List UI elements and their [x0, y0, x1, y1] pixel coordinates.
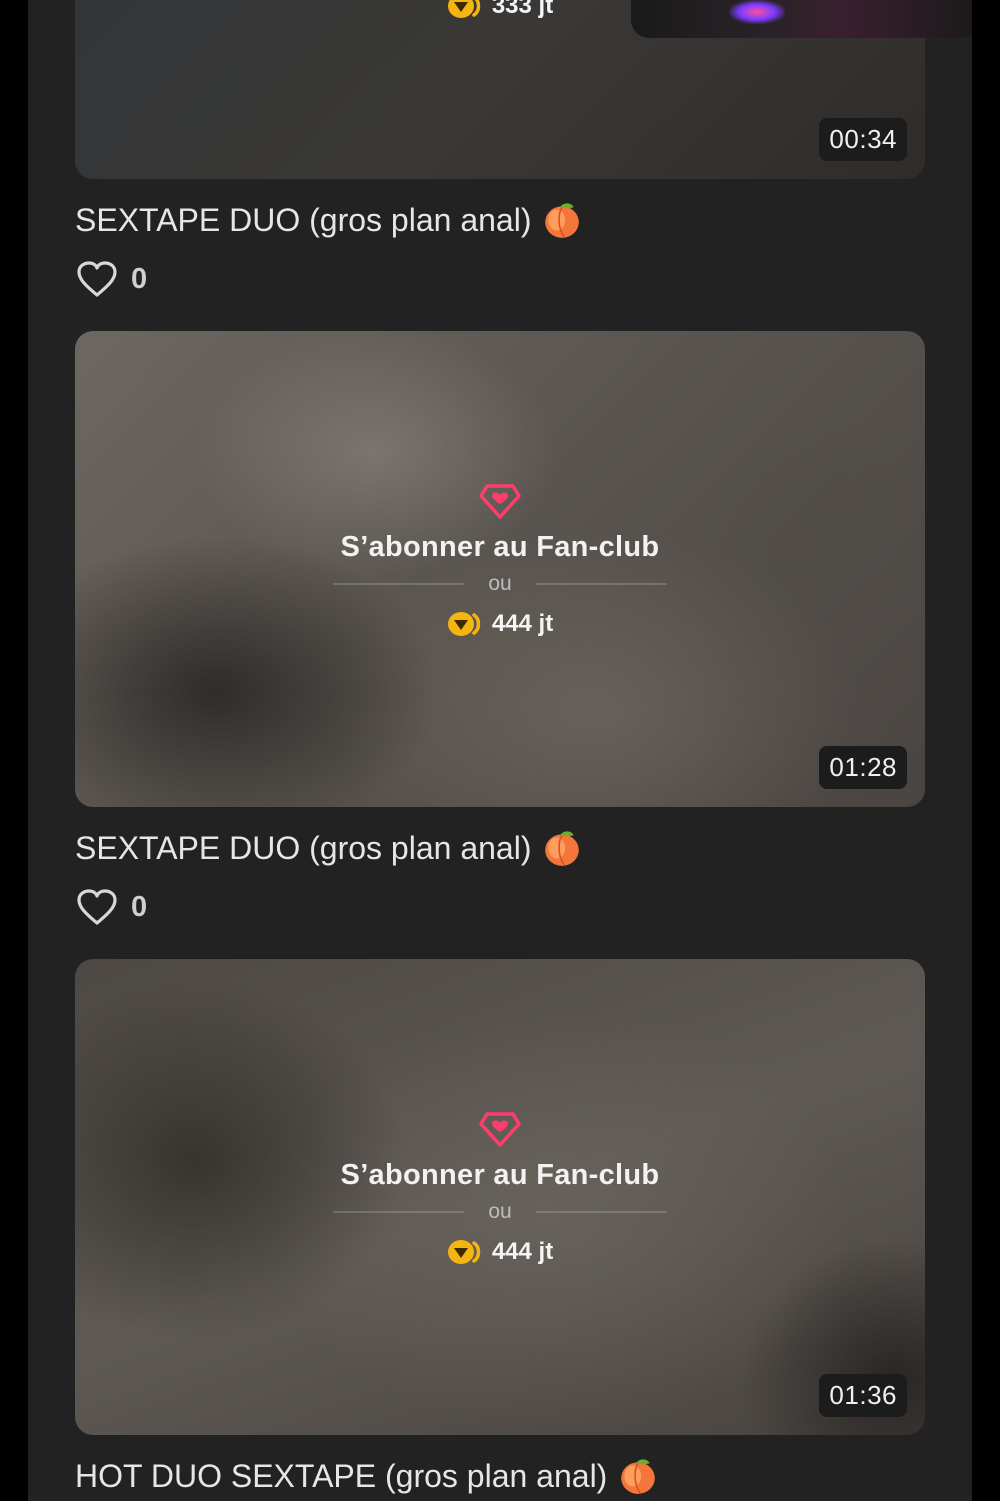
price-label: 444 jt [491, 610, 554, 637]
video-title[interactable]: SEXTAPE DUO (gros plan anal) [75, 199, 925, 241]
video-title[interactable]: SEXTAPE DUO (gros plan anal) [75, 827, 925, 869]
video-title-text: SEXTAPE DUO (gros plan anal) [75, 829, 532, 866]
preview-highlight [729, 0, 785, 24]
video-title-text: HOT DUO SEXTAPE (gros plan anal) [75, 1457, 608, 1494]
heart-outline-icon[interactable] [75, 887, 119, 927]
subscribe-fanclub-button[interactable]: S’abonner au Fan-club [341, 531, 660, 564]
video-post: 00:34 SEXTAPE DUO (gros plan anal) 0 [75, 0, 925, 301]
token-coin-icon [447, 1240, 481, 1264]
peach-emoji-icon [545, 203, 580, 238]
video-post: S’abonner au Fan-club ou 444 jt 01:36 HO… [75, 959, 925, 1497]
divider-line [535, 1211, 668, 1213]
or-divider: ou [333, 572, 668, 596]
heart-outline-icon[interactable] [75, 259, 119, 299]
video-title[interactable]: HOT DUO SEXTAPE (gros plan anal) [75, 1455, 925, 1497]
or-label: ou [488, 572, 512, 595]
peach-emoji-icon [621, 1459, 656, 1494]
likes-count: 0 [131, 262, 148, 295]
or-divider: ou [333, 1200, 668, 1224]
unlock-price-button[interactable]: 444 jt [447, 1238, 553, 1266]
unlock-price-button[interactable]: 444 jt [447, 610, 553, 638]
locked-overlay[interactable]: S’abonner au Fan-club ou 444 jt [75, 1109, 925, 1266]
likes-row: 0 [75, 257, 925, 301]
peach-emoji-icon [545, 831, 580, 866]
duration-badge: 00:34 [819, 118, 907, 161]
video-title-text: SEXTAPE DUO (gros plan anal) [75, 201, 532, 238]
subscribe-fanclub-button[interactable]: S’abonner au Fan-club [341, 1159, 660, 1192]
token-coin-icon [447, 612, 481, 636]
likes-count: 0 [131, 890, 148, 923]
duration-badge: 01:28 [819, 746, 907, 789]
video-post: S’abonner au Fan-club ou 444 jt 01:28 SE… [75, 331, 925, 929]
video-thumbnail[interactable]: S’abonner au Fan-club ou 444 jt 01:28 [75, 331, 925, 807]
divider-line [333, 583, 465, 585]
token-coin-icon [447, 0, 481, 18]
divider-line [333, 1211, 465, 1213]
divider-line [535, 583, 668, 585]
preview-thumbnail[interactable] [631, 0, 972, 38]
locked-overlay[interactable]: S’abonner au Fan-club ou 444 jt [75, 481, 925, 638]
or-label: ou [488, 1200, 512, 1223]
price-label: 333 jt [491, 0, 554, 19]
fanclub-gem-icon [479, 1112, 521, 1147]
likes-row: 0 [75, 885, 925, 929]
fanclub-gem-icon [479, 484, 521, 519]
price-label: 444 jt [491, 1238, 554, 1265]
video-thumbnail[interactable]: S’abonner au Fan-club ou 444 jt 01:36 [75, 959, 925, 1435]
duration-badge: 01:36 [819, 1374, 907, 1417]
video-feed: 00:34 SEXTAPE DUO (gros plan anal) 0 333… [28, 0, 972, 1501]
